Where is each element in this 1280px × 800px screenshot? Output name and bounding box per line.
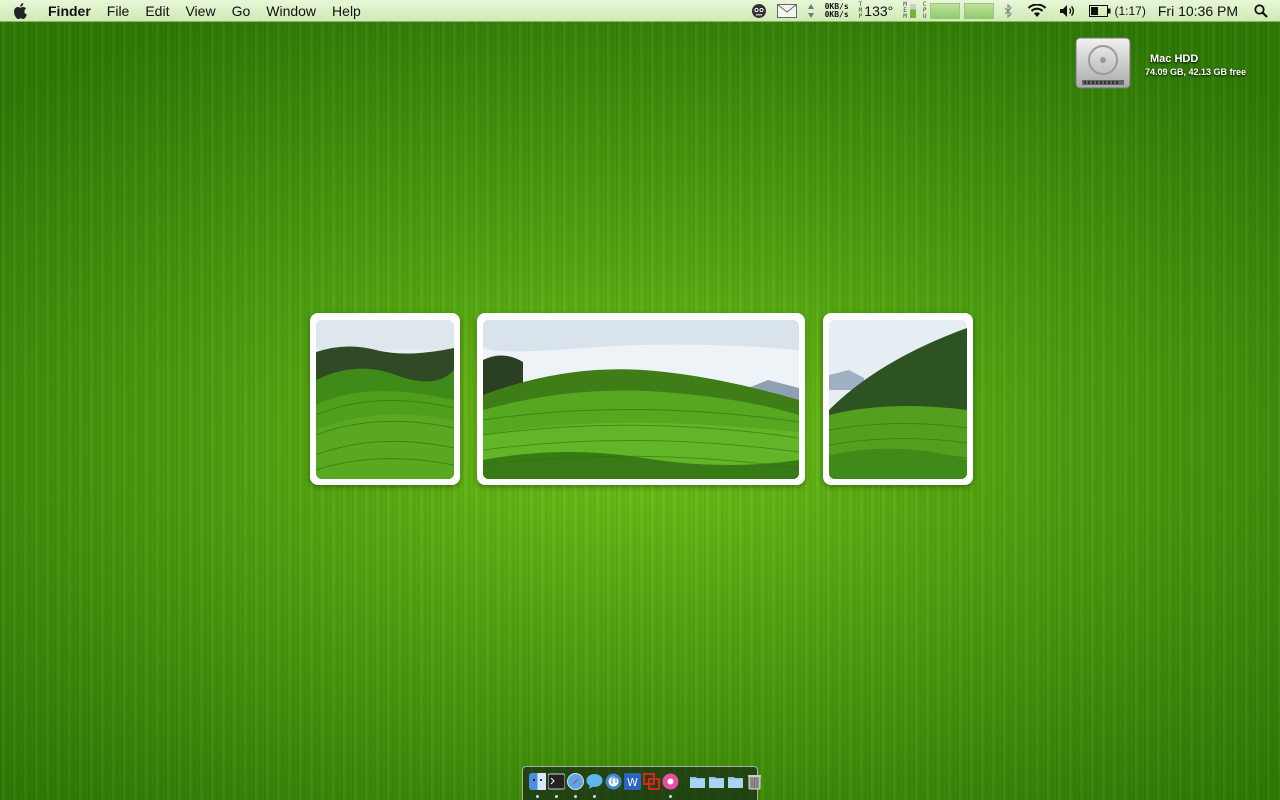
apple-menu[interactable]: [0, 0, 40, 22]
menu-bar: Finder File Edit View Go Window Help 0KB…: [0, 0, 1280, 22]
network-meter[interactable]: 0KB/s 0KB/s: [820, 0, 854, 22]
photo-frame-right: [823, 313, 973, 485]
battery-time[interactable]: (1:17): [1113, 0, 1150, 22]
bluetooth-icon: [1004, 4, 1012, 18]
itunes-icon: [605, 773, 622, 790]
alien-menu[interactable]: [746, 0, 772, 22]
dock-word[interactable]: W: [624, 773, 641, 790]
mail-icon: [776, 4, 797, 18]
search-icon: [1254, 4, 1268, 18]
mem-label-m2: M: [903, 13, 907, 20]
drive-info-label: 74.09 GB, 42.13 GB free: [1145, 67, 1247, 77]
menu-window[interactable]: Window: [258, 0, 324, 22]
running-indicator: [593, 795, 596, 798]
menu-clock[interactable]: Fri 10:36 PM: [1150, 0, 1248, 22]
dock-itunes[interactable]: [605, 773, 622, 790]
dock-safari[interactable]: [567, 773, 584, 798]
temp-label-p: P: [858, 13, 863, 20]
menu-go[interactable]: Go: [224, 0, 259, 22]
svg-text:W: W: [627, 776, 638, 789]
tea-plantation-photo-center: [483, 320, 799, 479]
dock-itunes-pink[interactable]: [662, 773, 679, 798]
running-indicator: [555, 795, 558, 798]
memory-meter[interactable]: [908, 0, 918, 22]
downloads-folder-icon: [728, 777, 743, 788]
battery-icon: [1088, 5, 1110, 17]
apple-icon: [14, 2, 27, 19]
temp-label: T M P: [854, 0, 865, 22]
wifi-icon: [1027, 4, 1046, 17]
parallels-icon: [643, 773, 660, 790]
menu-help[interactable]: Help: [324, 0, 369, 22]
wifi-menu[interactable]: [1021, 0, 1053, 22]
mem-label: M E M: [898, 0, 908, 22]
menu-view[interactable]: View: [177, 0, 223, 22]
dock-finder[interactable]: [529, 773, 546, 798]
hard-drive-icon[interactable]: [1074, 36, 1132, 92]
mail-menu[interactable]: [772, 0, 802, 22]
itunes-pink-icon: [662, 773, 679, 790]
menu-edit[interactable]: Edit: [137, 0, 177, 22]
tea-plantation-photo-left: [316, 320, 454, 479]
battery-menu[interactable]: [1083, 0, 1113, 22]
safari-icon: [567, 773, 584, 790]
dock: W: [522, 766, 761, 800]
cpu-graph-1[interactable]: [928, 0, 962, 22]
tea-plantation-photo-right: [829, 320, 967, 479]
alien-icon: [751, 4, 766, 18]
drive-name-label[interactable]: Mac HDD: [1150, 53, 1198, 65]
sort-arrows[interactable]: [802, 0, 820, 22]
dock-applications-folder[interactable]: [689, 773, 706, 790]
dock-parallels[interactable]: [643, 773, 660, 790]
cpu-graph-2[interactable]: [962, 0, 996, 22]
applications-folder-icon: [690, 777, 705, 788]
dock-terminal[interactable]: [548, 773, 565, 798]
cpu-label-u: U: [922, 13, 927, 20]
menu-file[interactable]: File: [99, 0, 138, 22]
volume-menu[interactable]: [1053, 0, 1083, 22]
memory-bar: [909, 4, 916, 18]
dock-trash[interactable]: [746, 773, 763, 790]
cpu-graph-area-2: [963, 3, 994, 19]
dock-ichat[interactable]: [586, 773, 603, 798]
menu-extras: 0KB/s 0KB/s T M P 133° M E M C P U (1:17…: [746, 0, 1280, 22]
bluetooth-menu[interactable]: [996, 0, 1021, 22]
cpu-graph-area: [929, 3, 960, 19]
updown-arrows-icon: [807, 4, 814, 18]
running-indicator: [574, 795, 577, 798]
cpu-label: C P U: [918, 0, 928, 22]
ichat-icon: [586, 774, 603, 789]
trash-icon: [748, 775, 761, 790]
documents-folder-icon: [709, 777, 724, 788]
dock-downloads-folder[interactable]: [727, 773, 744, 790]
finder-icon: [529, 773, 546, 790]
speaker-icon: [1059, 5, 1074, 17]
word-icon: W: [624, 773, 641, 790]
net-down-text: 0KB/s: [824, 10, 849, 19]
menu-app-finder[interactable]: Finder: [40, 0, 99, 22]
dock-documents-folder[interactable]: [708, 773, 725, 790]
temperature-readout[interactable]: 133°: [864, 0, 898, 22]
running-indicator: [669, 795, 672, 798]
photo-frame-left: [310, 313, 460, 485]
running-indicator: [536, 795, 539, 798]
spotlight-button[interactable]: [1248, 0, 1280, 22]
photo-frame-center: [477, 313, 805, 485]
terminal-icon: [548, 773, 565, 790]
